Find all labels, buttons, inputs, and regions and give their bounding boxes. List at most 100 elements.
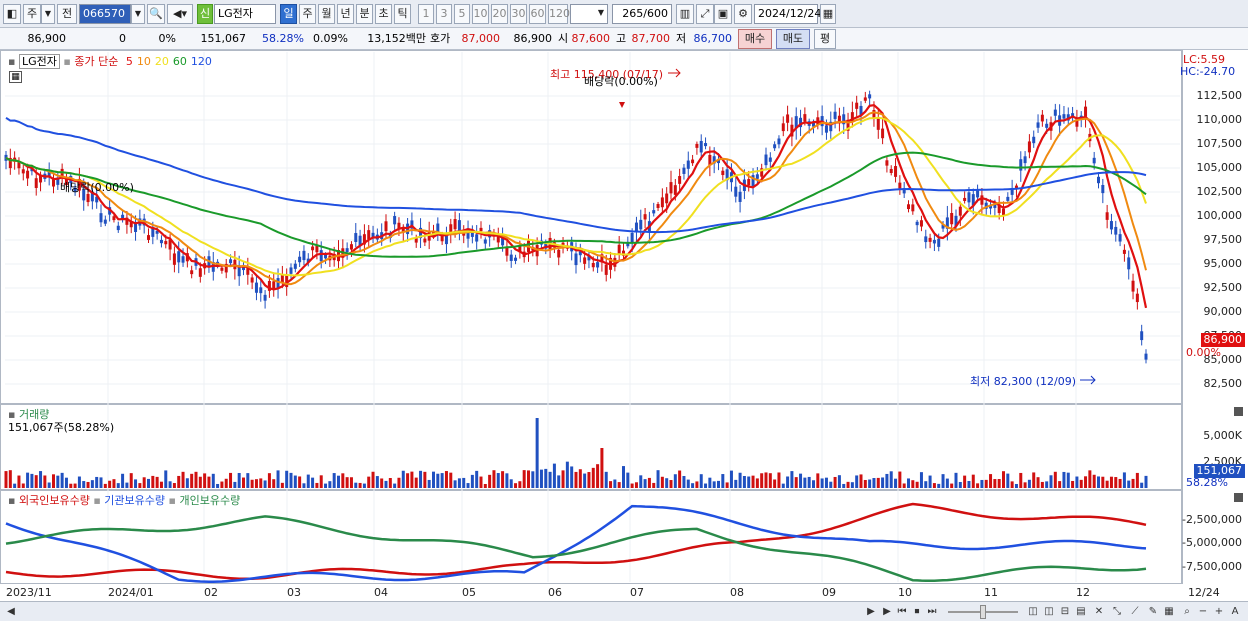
- volume-bar: [453, 480, 457, 488]
- institution-holdings-legend[interactable]: 기관보유수량: [104, 494, 165, 507]
- volume-bar: [410, 471, 414, 488]
- volume-bar: [881, 477, 885, 488]
- volume-bar: [665, 478, 669, 488]
- candle-body: [673, 185, 677, 195]
- volume-bar: [328, 481, 332, 488]
- zoom-out-icon[interactable]: −: [1196, 605, 1210, 619]
- volume-bar: [1144, 475, 1148, 488]
- zoom-in-icon[interactable]: +: [1212, 605, 1226, 619]
- volume-bar: [1032, 472, 1036, 488]
- candle-body: [254, 282, 258, 293]
- candle-body: [21, 169, 25, 174]
- candle-body: [423, 238, 427, 243]
- candle-body: [1109, 221, 1113, 230]
- close-panel-icon[interactable]: [1234, 493, 1243, 502]
- volume-bar: [181, 471, 185, 488]
- ma-period-60[interactable]: 60: [173, 55, 187, 68]
- skip-back-icon[interactable]: ⏮: [895, 605, 909, 619]
- volume-bar: [1053, 471, 1057, 488]
- skip-forward-icon[interactable]: ⏭: [925, 605, 939, 619]
- volume-bar: [613, 479, 617, 488]
- ma-period-20[interactable]: 20: [155, 55, 169, 68]
- zoom-icon[interactable]: ⌕: [1180, 605, 1194, 619]
- x-axis-label: 11: [984, 586, 998, 599]
- volume-bar: [829, 481, 833, 488]
- price-tick: 110,000: [1196, 113, 1243, 126]
- candle-body: [1122, 249, 1126, 254]
- table-icon[interactable]: ▦: [9, 71, 22, 83]
- candle-body: [924, 236, 928, 243]
- volume-bar: [1084, 476, 1088, 488]
- volume-bar: [617, 482, 621, 488]
- candle-body: [596, 262, 600, 268]
- volume-bar: [643, 479, 647, 488]
- layout-icon[interactable]: ◫: [1042, 605, 1056, 619]
- ma-period-5[interactable]: 5: [126, 55, 133, 68]
- grid-icon[interactable]: ▤: [1074, 605, 1088, 619]
- candle-body: [172, 253, 176, 265]
- x-axis-label: 2023/11: [6, 586, 52, 599]
- volume-bar: [639, 475, 643, 488]
- close-panel-icon[interactable]: [1234, 407, 1243, 416]
- individual-holdings-legend[interactable]: 개인보유수량: [179, 494, 240, 507]
- play-icon[interactable]: ▶: [880, 605, 894, 619]
- candle-body: [591, 262, 595, 268]
- volume-bar: [254, 479, 258, 488]
- volume-bar: [4, 471, 8, 488]
- holdings-tick: -2,500,000: [1182, 513, 1242, 526]
- volume-bar: [824, 477, 828, 488]
- ma-legend-prefix[interactable]: 종가 단순: [74, 55, 118, 68]
- volume-bar: [332, 473, 336, 488]
- candle-body: [617, 244, 621, 255]
- hc-label: HC:-24.70: [1180, 65, 1236, 78]
- font-size-icon[interactable]: A: [1228, 605, 1242, 619]
- volume-bar: [315, 482, 319, 488]
- candle-body: [259, 287, 263, 294]
- grid-icon[interactable]: ▦: [1162, 605, 1176, 619]
- volume-bar: [151, 475, 155, 488]
- candle-body: [695, 143, 699, 148]
- scroll-left-icon[interactable]: ◀: [4, 605, 18, 619]
- volume-bar: [889, 471, 893, 488]
- foreign-holdings-legend[interactable]: 외국인보유수량: [19, 494, 90, 507]
- layout-icon[interactable]: ◫: [1026, 605, 1040, 619]
- candle-body: [768, 157, 772, 162]
- scroll-right-icon[interactable]: ▶: [864, 605, 878, 619]
- volume-bar: [220, 481, 224, 488]
- volume-bar: [172, 483, 176, 488]
- ma-period-10[interactable]: 10: [137, 55, 151, 68]
- volume-bar: [630, 483, 634, 488]
- volume-bar: [760, 473, 764, 488]
- stop-icon[interactable]: ⏹: [910, 605, 924, 619]
- volume-bar: [669, 480, 673, 488]
- candle-body: [250, 277, 254, 283]
- candle-body: [898, 182, 902, 189]
- candle-body: [803, 114, 807, 122]
- trend-icon[interactable]: ⤡: [1110, 605, 1124, 619]
- ma-period-120[interactable]: 120: [191, 55, 212, 68]
- volume-bar: [803, 477, 807, 488]
- candle-body: [164, 241, 168, 245]
- price-tick: 105,000: [1196, 161, 1243, 174]
- candle-body: [876, 118, 880, 130]
- chart-canvas[interactable]: [0, 0, 1248, 621]
- volume-bar: [574, 471, 578, 488]
- volume-bar: [971, 474, 975, 488]
- volume-bar: [73, 483, 77, 488]
- line-tool-icon[interactable]: ⟋: [1128, 605, 1142, 619]
- volume-bar: [147, 478, 150, 488]
- candle-body: [665, 193, 669, 204]
- candle-body: [980, 195, 984, 205]
- compare-icon[interactable]: ⊟: [1058, 605, 1072, 619]
- edit-icon[interactable]: ✎: [1146, 605, 1160, 619]
- volume-bar: [39, 471, 43, 488]
- crosshair-icon[interactable]: ✕: [1092, 605, 1106, 619]
- candle-body: [198, 268, 202, 277]
- volume-bar: [237, 472, 241, 488]
- zoom-slider-handle[interactable]: [980, 605, 986, 619]
- volume-bar: [475, 470, 479, 488]
- volume-bar: [99, 477, 103, 488]
- candle-body: [103, 219, 107, 224]
- holdings-tick: -7,500,000: [1182, 560, 1242, 573]
- stock-label[interactable]: LG전자: [18, 54, 60, 69]
